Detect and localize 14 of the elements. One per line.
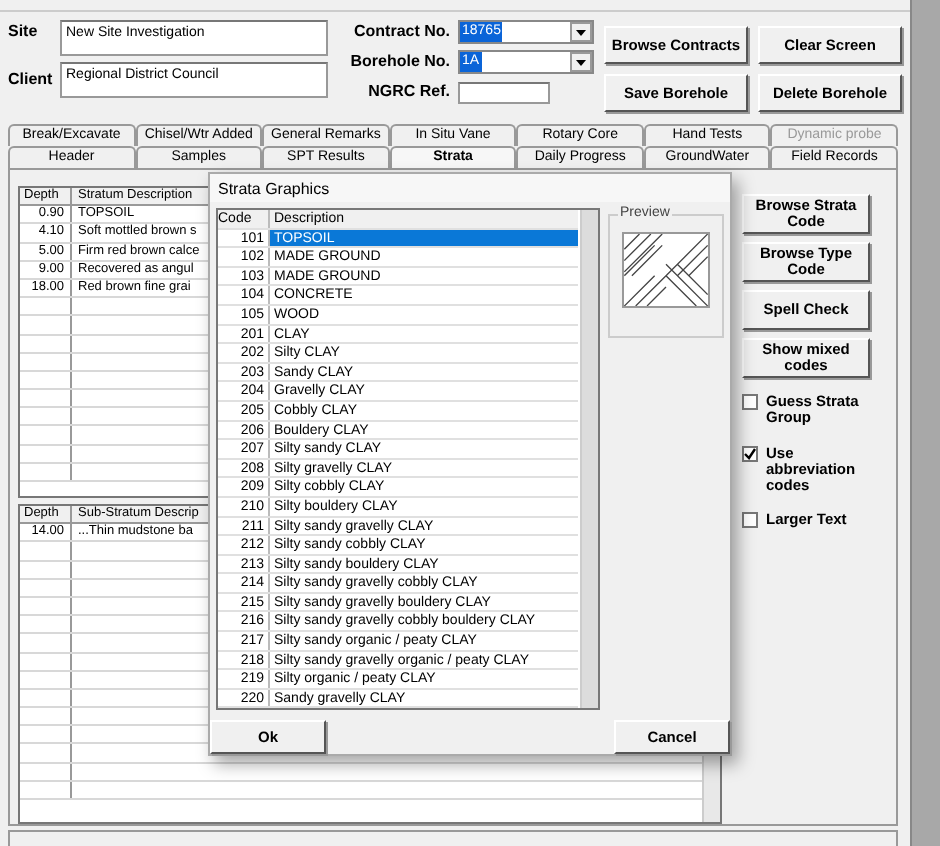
ngrc-field[interactable] <box>458 81 550 103</box>
field-label: Client <box>8 68 52 92</box>
checkbox[interactable] <box>742 445 758 462</box>
scrollbar[interactable] <box>580 210 598 709</box>
checkbox[interactable] <box>742 512 758 529</box>
pattern-preview <box>622 232 710 308</box>
checkbox[interactable] <box>742 394 758 410</box>
field-label: Borehole No. <box>350 50 450 74</box>
field-label: Site <box>8 20 40 44</box>
dropdown-icon[interactable] <box>570 52 592 72</box>
field-label: Contract No. <box>354 20 450 44</box>
dropdown-icon[interactable] <box>570 22 592 42</box>
dialog-title: Strata Graphics <box>210 174 730 202</box>
field-label: NGRC Ref. <box>368 80 450 104</box>
